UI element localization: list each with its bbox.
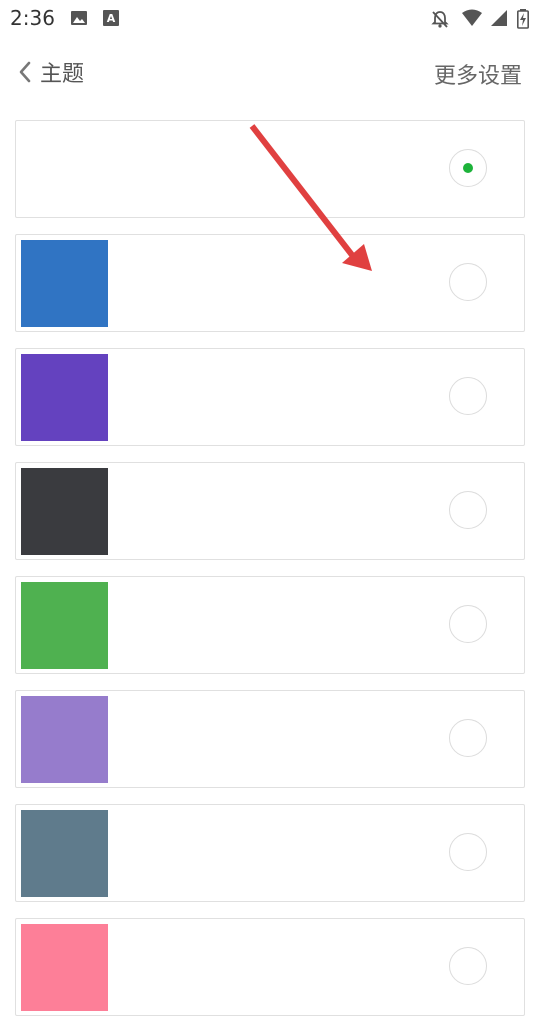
theme-swatch [21,126,108,213]
theme-radio[interactable] [449,833,487,871]
theme-radio[interactable] [449,719,487,757]
theme-radio[interactable] [449,491,487,529]
status-time: 2:36 [10,6,55,30]
theme-list [15,120,525,1032]
theme-radio[interactable] [449,605,487,643]
theme-swatch [21,696,108,783]
notifications-off-icon [430,9,449,28]
theme-swatch [21,924,108,1011]
header: 主题 更多设置 [0,44,540,100]
selected-dot [463,163,473,173]
theme-item-pink[interactable] [15,918,525,1016]
theme-item-lavender[interactable] [15,690,525,788]
theme-item-green[interactable] [15,576,525,674]
theme-radio[interactable] [449,947,487,985]
more-settings-button[interactable]: 更多设置 [434,58,522,90]
theme-swatch [21,468,108,555]
theme-item-dark[interactable] [15,462,525,560]
theme-swatch [21,240,108,327]
theme-radio[interactable] [449,263,487,301]
theme-swatch [21,582,108,669]
status-bar: 2:36 A [0,0,540,36]
theme-swatch [21,354,108,441]
font-icon: A [102,9,120,27]
back-button[interactable]: 主题 [18,56,84,88]
theme-item-purple[interactable] [15,348,525,446]
theme-item-slate[interactable] [15,804,525,902]
image-icon [70,9,88,27]
theme-radio[interactable] [449,377,487,415]
theme-radio[interactable] [449,149,487,187]
page-title: 主题 [40,62,85,87]
theme-item-white[interactable] [15,120,525,218]
theme-swatch [21,810,108,897]
chevron-left-icon [18,60,32,84]
wifi-icon [461,9,482,27]
theme-item-blue[interactable] [15,234,525,332]
battery-charging-icon [517,9,535,29]
signal-icon [490,9,508,27]
svg-text:A: A [107,12,116,25]
